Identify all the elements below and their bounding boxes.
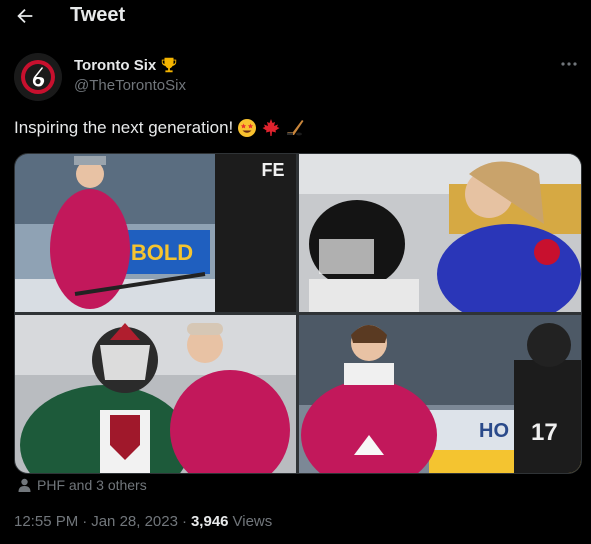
views-label: Views: [232, 513, 273, 530]
photo-player-pink-hoodie-image: HO 17: [299, 315, 581, 473]
tweet-meta: 12:55 PM · Jan 28, 2023 · 3,946 Views: [14, 513, 272, 530]
tweet-photo-1[interactable]: BOLD FE: [15, 154, 296, 312]
meta-separator: ·: [181, 513, 187, 530]
avatar[interactable]: [14, 53, 62, 101]
tagged-users[interactable]: PHF and 3 others: [18, 477, 147, 493]
person-icon: [18, 478, 31, 492]
tweet-time[interactable]: 12:55 PM: [14, 513, 78, 530]
jersey-letters-text: FE: [261, 160, 284, 180]
star-struck-face-icon: [238, 119, 257, 137]
views-count: 3,946: [190, 513, 229, 530]
photo-player-helping-child-image: [299, 154, 581, 312]
arrow-left-icon[interactable]: [14, 5, 36, 27]
author-handle[interactable]: @TheTorontoSix: [74, 77, 186, 94]
author-name-row: Toronto Six: [74, 56, 178, 74]
ho-banner-text: HO: [479, 420, 509, 442]
media-grid: BOLD FE HO 17: [14, 153, 582, 474]
jersey-number-text: 17: [531, 419, 558, 446]
author-display-name[interactable]: Toronto Six: [74, 57, 156, 74]
tweet-text-row: Inspiring the next generation!: [14, 118, 305, 138]
bold-banner-text: BOLD: [131, 240, 193, 265]
tweet-header: Tweet: [0, 0, 591, 34]
tweet-date[interactable]: Jan 28, 2023: [91, 513, 178, 530]
tagged-users-text: PHF and 3 others: [37, 477, 147, 493]
page-title: Tweet: [70, 4, 126, 26]
photo-goalie-and-player-image: [15, 315, 296, 473]
photo-player-pink-jersey-image: BOLD FE: [15, 154, 296, 312]
tweet-photo-3[interactable]: [15, 315, 296, 473]
tweet-text: Inspiring the next generation!: [14, 118, 234, 137]
meta-separator: ·: [82, 513, 88, 530]
tweet-photo-4[interactable]: HO 17: [299, 315, 581, 473]
toronto-six-logo-icon: [14, 53, 62, 101]
trophy-icon: [162, 57, 177, 73]
tweet-photo-2[interactable]: [299, 154, 581, 312]
hockey-stick-and-puck-icon: [287, 120, 304, 136]
maple-leaf-icon: [262, 119, 280, 136]
more-options-icon[interactable]: [560, 58, 578, 70]
